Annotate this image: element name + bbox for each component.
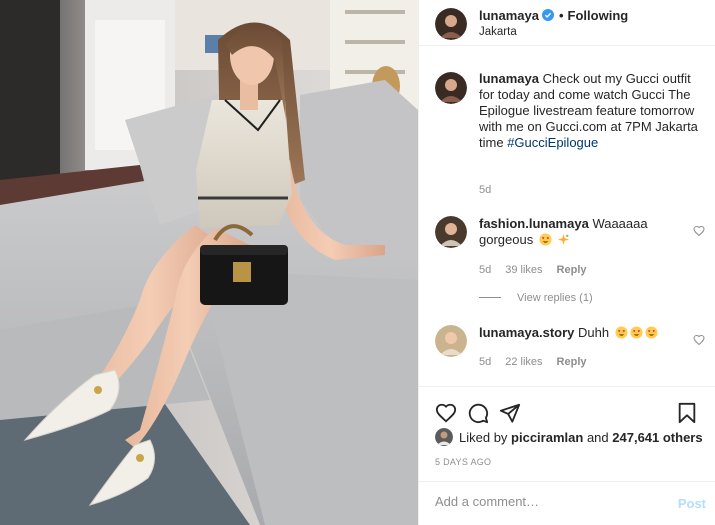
post-button[interactable]: Post — [678, 496, 706, 511]
comment-body: fashion.lunamaya Waaaaaa gorgeous — [479, 216, 674, 248]
caption-hashtag[interactable]: #GucciEpilogue — [507, 135, 598, 150]
divider-line — [479, 297, 501, 298]
post-timestamp[interactable]: 5 DAYS AGO — [435, 457, 491, 467]
commenter-avatar[interactable] — [435, 216, 467, 248]
liker-avatar[interactable] — [435, 428, 453, 446]
heart-eyes-emoji — [615, 326, 628, 339]
post-header: lunamaya • Following Jakarta — [419, 0, 715, 46]
post-photo[interactable] — [0, 0, 418, 525]
sparkle-emoji — [558, 233, 570, 246]
reply-button[interactable]: Reply — [557, 356, 587, 368]
heart-eyes-emoji — [645, 326, 658, 339]
add-comment-bar: Post — [419, 481, 715, 525]
comment-likes[interactable]: 22 likes — [505, 356, 542, 368]
bookmark-icon[interactable] — [676, 402, 698, 424]
comment-likes[interactable]: 39 likes — [505, 264, 542, 276]
caption-body: lunamaya Check out my Gucci outfit for t… — [479, 71, 705, 151]
comment-meta: 5d 39 likes Reply — [479, 264, 601, 276]
instagram-post: lunamaya • Following Jakarta lunamaya Chec… — [0, 0, 715, 525]
comment-age[interactable]: 5d — [479, 356, 491, 368]
author-line: lunamaya • Following — [479, 8, 628, 23]
caption-age[interactable]: 5d — [479, 184, 491, 196]
caption-username[interactable]: lunamaya — [479, 71, 539, 86]
comment-meta: 5d 22 likes Reply — [479, 356, 601, 368]
comment-username[interactable]: fashion.lunamaya — [479, 216, 589, 231]
commenter-avatar[interactable] — [435, 325, 467, 357]
liked-by-prefix: Liked by — [459, 430, 508, 445]
share-icon[interactable] — [499, 402, 521, 424]
post-side-panel: lunamaya • Following Jakarta lunamaya Chec… — [418, 0, 715, 525]
reply-button[interactable]: Reply — [557, 264, 587, 276]
likes-count[interactable]: 247,641 others — [612, 430, 702, 445]
heart-icon[interactable] — [435, 402, 457, 424]
like-comment-heart-icon[interactable] — [693, 334, 705, 346]
follow-status[interactable]: Following — [568, 8, 629, 23]
caption-avatar[interactable] — [435, 72, 467, 104]
heart-eyes-emoji — [630, 326, 643, 339]
author-avatar[interactable] — [435, 8, 467, 40]
liked-by-joiner: and — [586, 430, 609, 445]
post-location[interactable]: Jakarta — [479, 26, 517, 38]
liked-by: Liked by picciramlan and 247,641 others — [435, 428, 703, 450]
separator-dot: • — [558, 8, 564, 23]
comment-body: lunamaya.story Duhh — [479, 325, 674, 341]
like-comment-heart-icon[interactable] — [693, 225, 705, 237]
heart-eyes-emoji — [539, 233, 552, 246]
verified-icon — [541, 9, 554, 21]
comment-icon[interactable] — [467, 402, 489, 424]
view-replies-button[interactable]: View replies (1) — [479, 292, 593, 304]
comment-text: Duhh — [578, 325, 610, 340]
comment-input[interactable] — [435, 494, 655, 509]
view-replies-label: View replies (1) — [517, 292, 593, 304]
post-image — [0, 0, 418, 525]
liker-username[interactable]: picciramlan — [511, 430, 583, 445]
comment-username[interactable]: lunamaya.story — [479, 325, 574, 340]
author-username[interactable]: lunamaya — [479, 8, 539, 23]
comment-age[interactable]: 5d — [479, 264, 491, 276]
